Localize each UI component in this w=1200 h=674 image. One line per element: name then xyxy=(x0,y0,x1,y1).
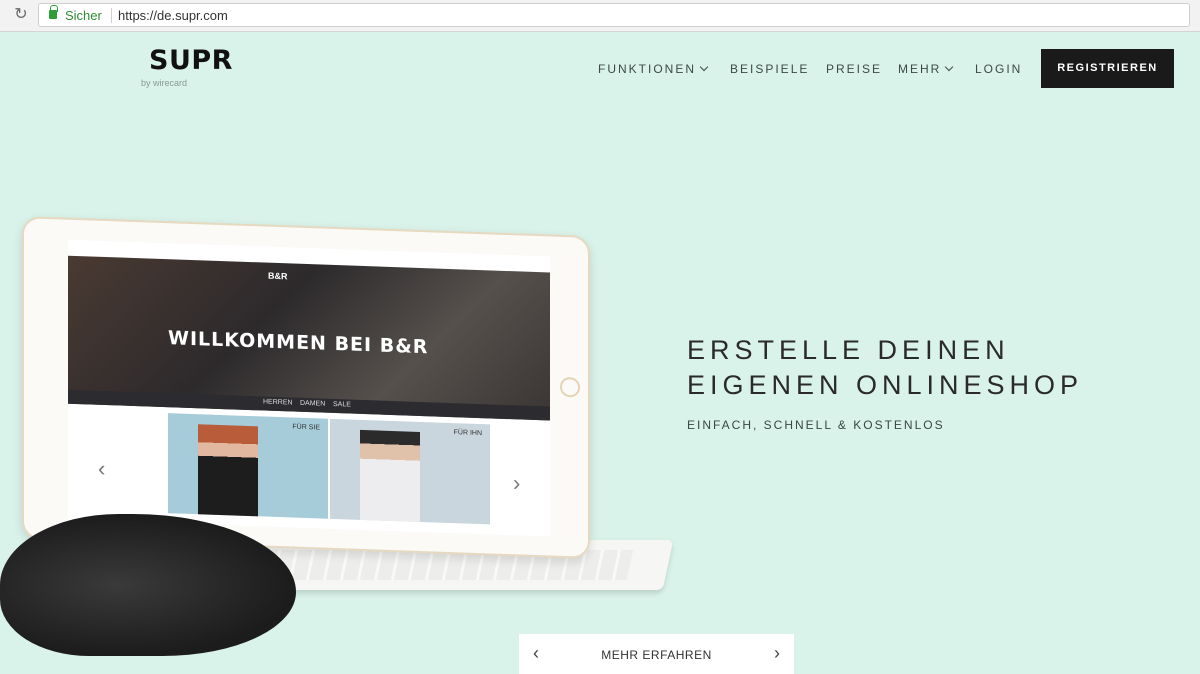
tablet-image: B&R WILLKOMMEN BEI B&R HERREN DAMEN SALE… xyxy=(22,216,590,559)
chevron-right-icon[interactable]: › xyxy=(774,643,780,664)
site-logo[interactable]: SUPR xyxy=(149,45,233,76)
address-divider xyxy=(111,8,112,23)
woman-image xyxy=(198,424,258,517)
shop-nav-item: SALE xyxy=(333,400,351,409)
nav-item-mehr[interactable]: MEHR xyxy=(898,62,954,76)
more-info-link[interactable]: MEHR ERFAHREN xyxy=(519,648,794,662)
nav-item-login[interactable]: LOGIN xyxy=(975,62,1022,76)
headline-line: ERSTELLE DEINEN xyxy=(687,335,1010,365)
register-button[interactable]: REGISTRIEREN xyxy=(1041,49,1174,88)
address-bar[interactable]: Sicher https://de.supr.com xyxy=(38,3,1190,27)
shop-nav-item: HERREN xyxy=(263,398,293,407)
shop-nav-item: DAMEN xyxy=(300,399,326,408)
url-text[interactable]: https://de.supr.com xyxy=(118,8,228,23)
logo-subtitle: by wirecard xyxy=(141,78,188,88)
nav-item-funktionen[interactable]: FUNKTIONEN xyxy=(598,62,709,76)
shop-tile-men: FÜR IHN xyxy=(330,418,490,525)
tile-label: FÜR SIE xyxy=(292,423,320,432)
browser-toolbar: ↻ Sicher https://de.supr.com xyxy=(0,0,1200,32)
nav-item-beispiele[interactable]: BEISPIELE xyxy=(730,62,809,76)
lock-icon xyxy=(49,5,58,19)
man-image xyxy=(360,429,420,522)
secure-label: Sicher xyxy=(65,8,102,23)
chevron-down-icon xyxy=(699,62,709,72)
chevron-down-icon xyxy=(945,62,954,72)
shop-brand: B&R xyxy=(268,270,288,282)
shop-hero-title: WILLKOMMEN BEI B&R xyxy=(168,327,429,359)
hero-headline: ERSTELLE DEINEN EIGENEN ONLINESHOP xyxy=(687,333,1083,403)
chevron-left-icon: ‹ xyxy=(98,455,106,481)
shop-tile-women: FÜR SIE xyxy=(168,413,328,519)
tablet-screen: B&R WILLKOMMEN BEI B&R HERREN DAMEN SALE… xyxy=(68,239,550,537)
nav-item-preise[interactable]: PREISE xyxy=(826,62,882,76)
hero-subline: EINFACH, SCHNELL & KOSTENLOS xyxy=(687,418,945,432)
tile-label: FÜR IHN xyxy=(453,429,482,438)
headline-line: EIGENEN ONLINESHOP xyxy=(687,370,1084,400)
chevron-right-icon: › xyxy=(513,470,521,496)
reload-icon[interactable]: ↻ xyxy=(12,6,30,24)
more-pager: ‹ MEHR ERFAHREN › xyxy=(519,634,794,674)
tablet-home-button xyxy=(560,376,580,398)
